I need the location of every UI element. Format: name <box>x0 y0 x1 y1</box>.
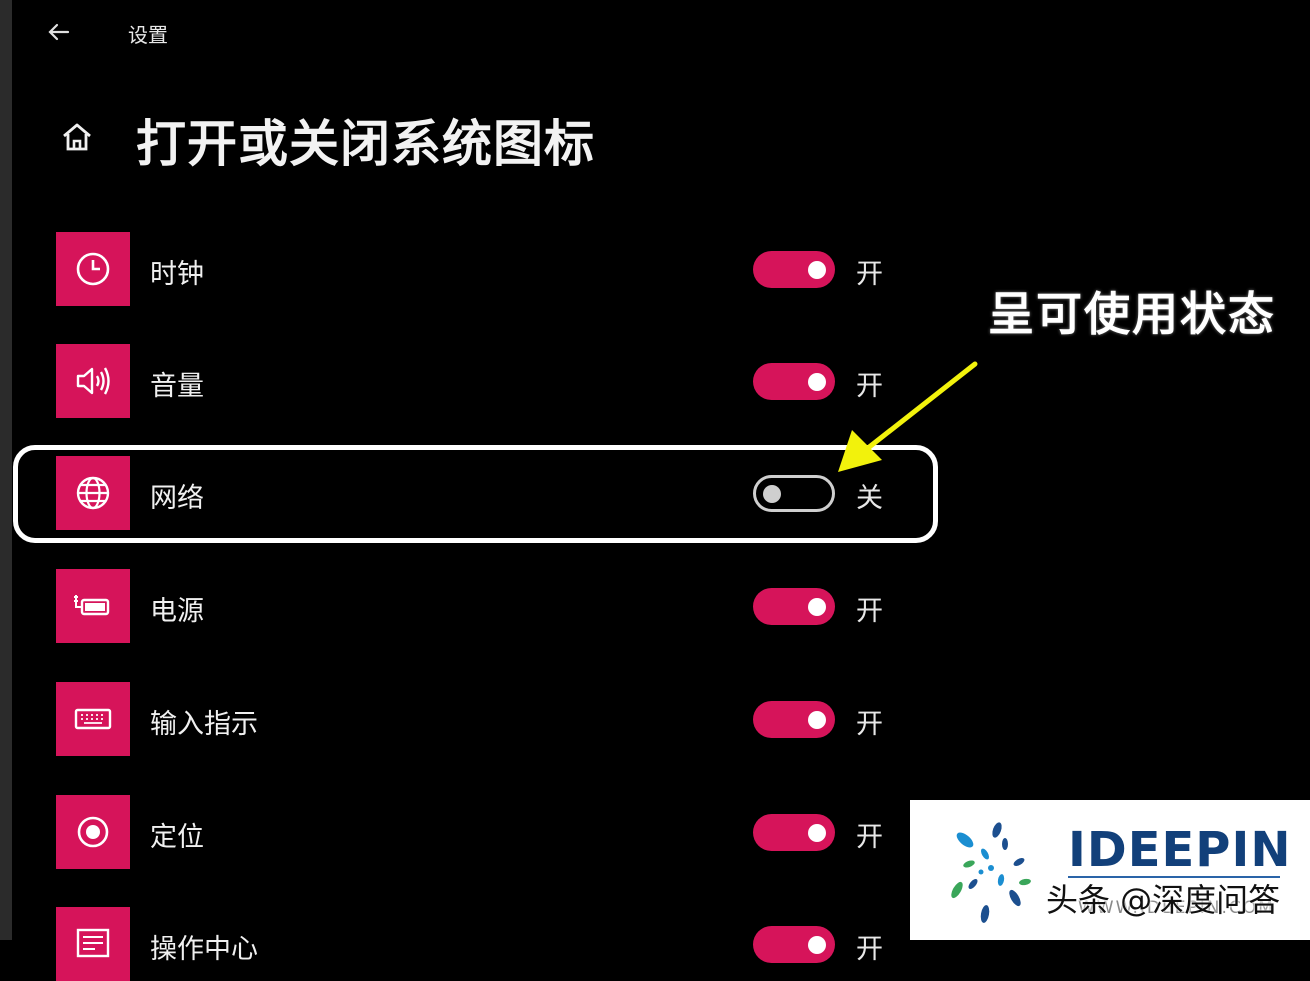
icon-tile <box>56 344 130 418</box>
setting-row-input-indicator: 输入指示 开 <box>56 682 906 756</box>
icon-tile <box>56 232 130 306</box>
watermark: IDEEPIN WWW.IDEEPIN.COM 头条 @深度问答 <box>910 800 1310 940</box>
toggle-switch[interactable] <box>753 251 835 288</box>
setting-row-location: 定位 开 <box>56 795 906 869</box>
toggle-knob <box>808 710 826 729</box>
toggle-knob <box>808 597 826 616</box>
setting-label: 音量 <box>150 371 204 402</box>
home-icon[interactable] <box>58 118 96 156</box>
location-icon <box>77 816 109 848</box>
back-arrow-icon[interactable] <box>42 16 74 48</box>
toggle-switch[interactable] <box>753 588 835 625</box>
setting-row-action-center: 操作中心 开 <box>56 907 906 981</box>
app-title: 设置 <box>128 23 168 47</box>
toggle-knob <box>808 935 826 954</box>
callout-text: 呈可使用状态 <box>988 287 1276 341</box>
toggle-state-label: 开 <box>856 822 883 853</box>
battery-icon <box>74 595 110 616</box>
action-center-icon <box>76 928 110 958</box>
toggle-switch[interactable] <box>753 701 835 738</box>
window-edge <box>0 0 12 940</box>
toggle-switch[interactable] <box>753 926 835 963</box>
icon-tile <box>56 907 130 981</box>
setting-row-clock: 时钟 开 <box>56 232 906 306</box>
toggle-knob <box>808 260 826 279</box>
yellow-arrow-icon <box>838 361 978 472</box>
setting-label: 操作中心 <box>150 934 258 965</box>
ideepin-logo-icon <box>951 822 1031 923</box>
setting-row-volume: 音量 开 <box>56 344 906 418</box>
toggle-state-label: 开 <box>856 934 883 965</box>
icon-tile <box>56 569 130 643</box>
icon-tile <box>56 795 130 869</box>
toggle-state-label: 开 <box>856 259 883 290</box>
setting-label: 输入指示 <box>150 709 258 740</box>
keyboard-icon <box>74 708 112 730</box>
title-bar: 设置 <box>12 0 1310 64</box>
clock-icon <box>76 252 110 286</box>
setting-label: 时钟 <box>150 259 204 290</box>
toggle-knob <box>808 823 826 842</box>
page-title: 打开或关闭系统图标 <box>136 115 595 173</box>
setting-label: 电源 <box>150 596 204 627</box>
watermark-brand: IDEEPIN <box>1068 822 1292 878</box>
toggle-state-label: 开 <box>856 709 883 740</box>
icon-tile <box>56 682 130 756</box>
toggle-switch[interactable] <box>753 814 835 851</box>
toggle-state-label: 开 <box>856 596 883 627</box>
setting-label: 定位 <box>150 822 204 853</box>
volume-icon <box>76 367 110 395</box>
toggle-knob <box>808 372 826 391</box>
highlight-box <box>13 445 938 543</box>
watermark-channel: 头条 @深度问答 <box>1046 881 1281 919</box>
toggle-switch[interactable] <box>753 363 835 400</box>
setting-row-power: 电源 开 <box>56 569 906 643</box>
